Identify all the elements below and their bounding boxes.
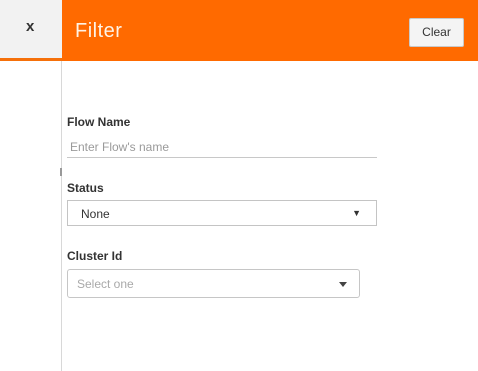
cluster-id-placeholder: Select one	[77, 277, 134, 291]
clear-button[interactable]: Clear	[409, 18, 464, 47]
close-strip: x	[0, 0, 62, 58]
status-label: Status	[67, 181, 104, 195]
filter-panel: x Filter Clear Flow Name Status None ▼ C…	[0, 0, 478, 371]
status-select[interactable]: None ▼	[67, 200, 377, 226]
flow-name-input[interactable]	[67, 136, 377, 158]
divider	[61, 61, 62, 371]
caret-down-icon: ▼	[352, 208, 361, 218]
flow-name-label: Flow Name	[67, 115, 131, 129]
filter-header: Filter Clear	[62, 0, 478, 61]
status-selected-value: None	[81, 207, 110, 221]
page-title: Filter	[75, 20, 123, 42]
cluster-id-select[interactable]: Select one	[67, 269, 360, 298]
divider-handle	[60, 168, 62, 176]
accent-line	[0, 58, 62, 61]
close-button[interactable]: x	[26, 19, 34, 34]
cluster-id-label: Cluster Id	[67, 249, 123, 263]
chevron-down-icon	[339, 282, 347, 287]
